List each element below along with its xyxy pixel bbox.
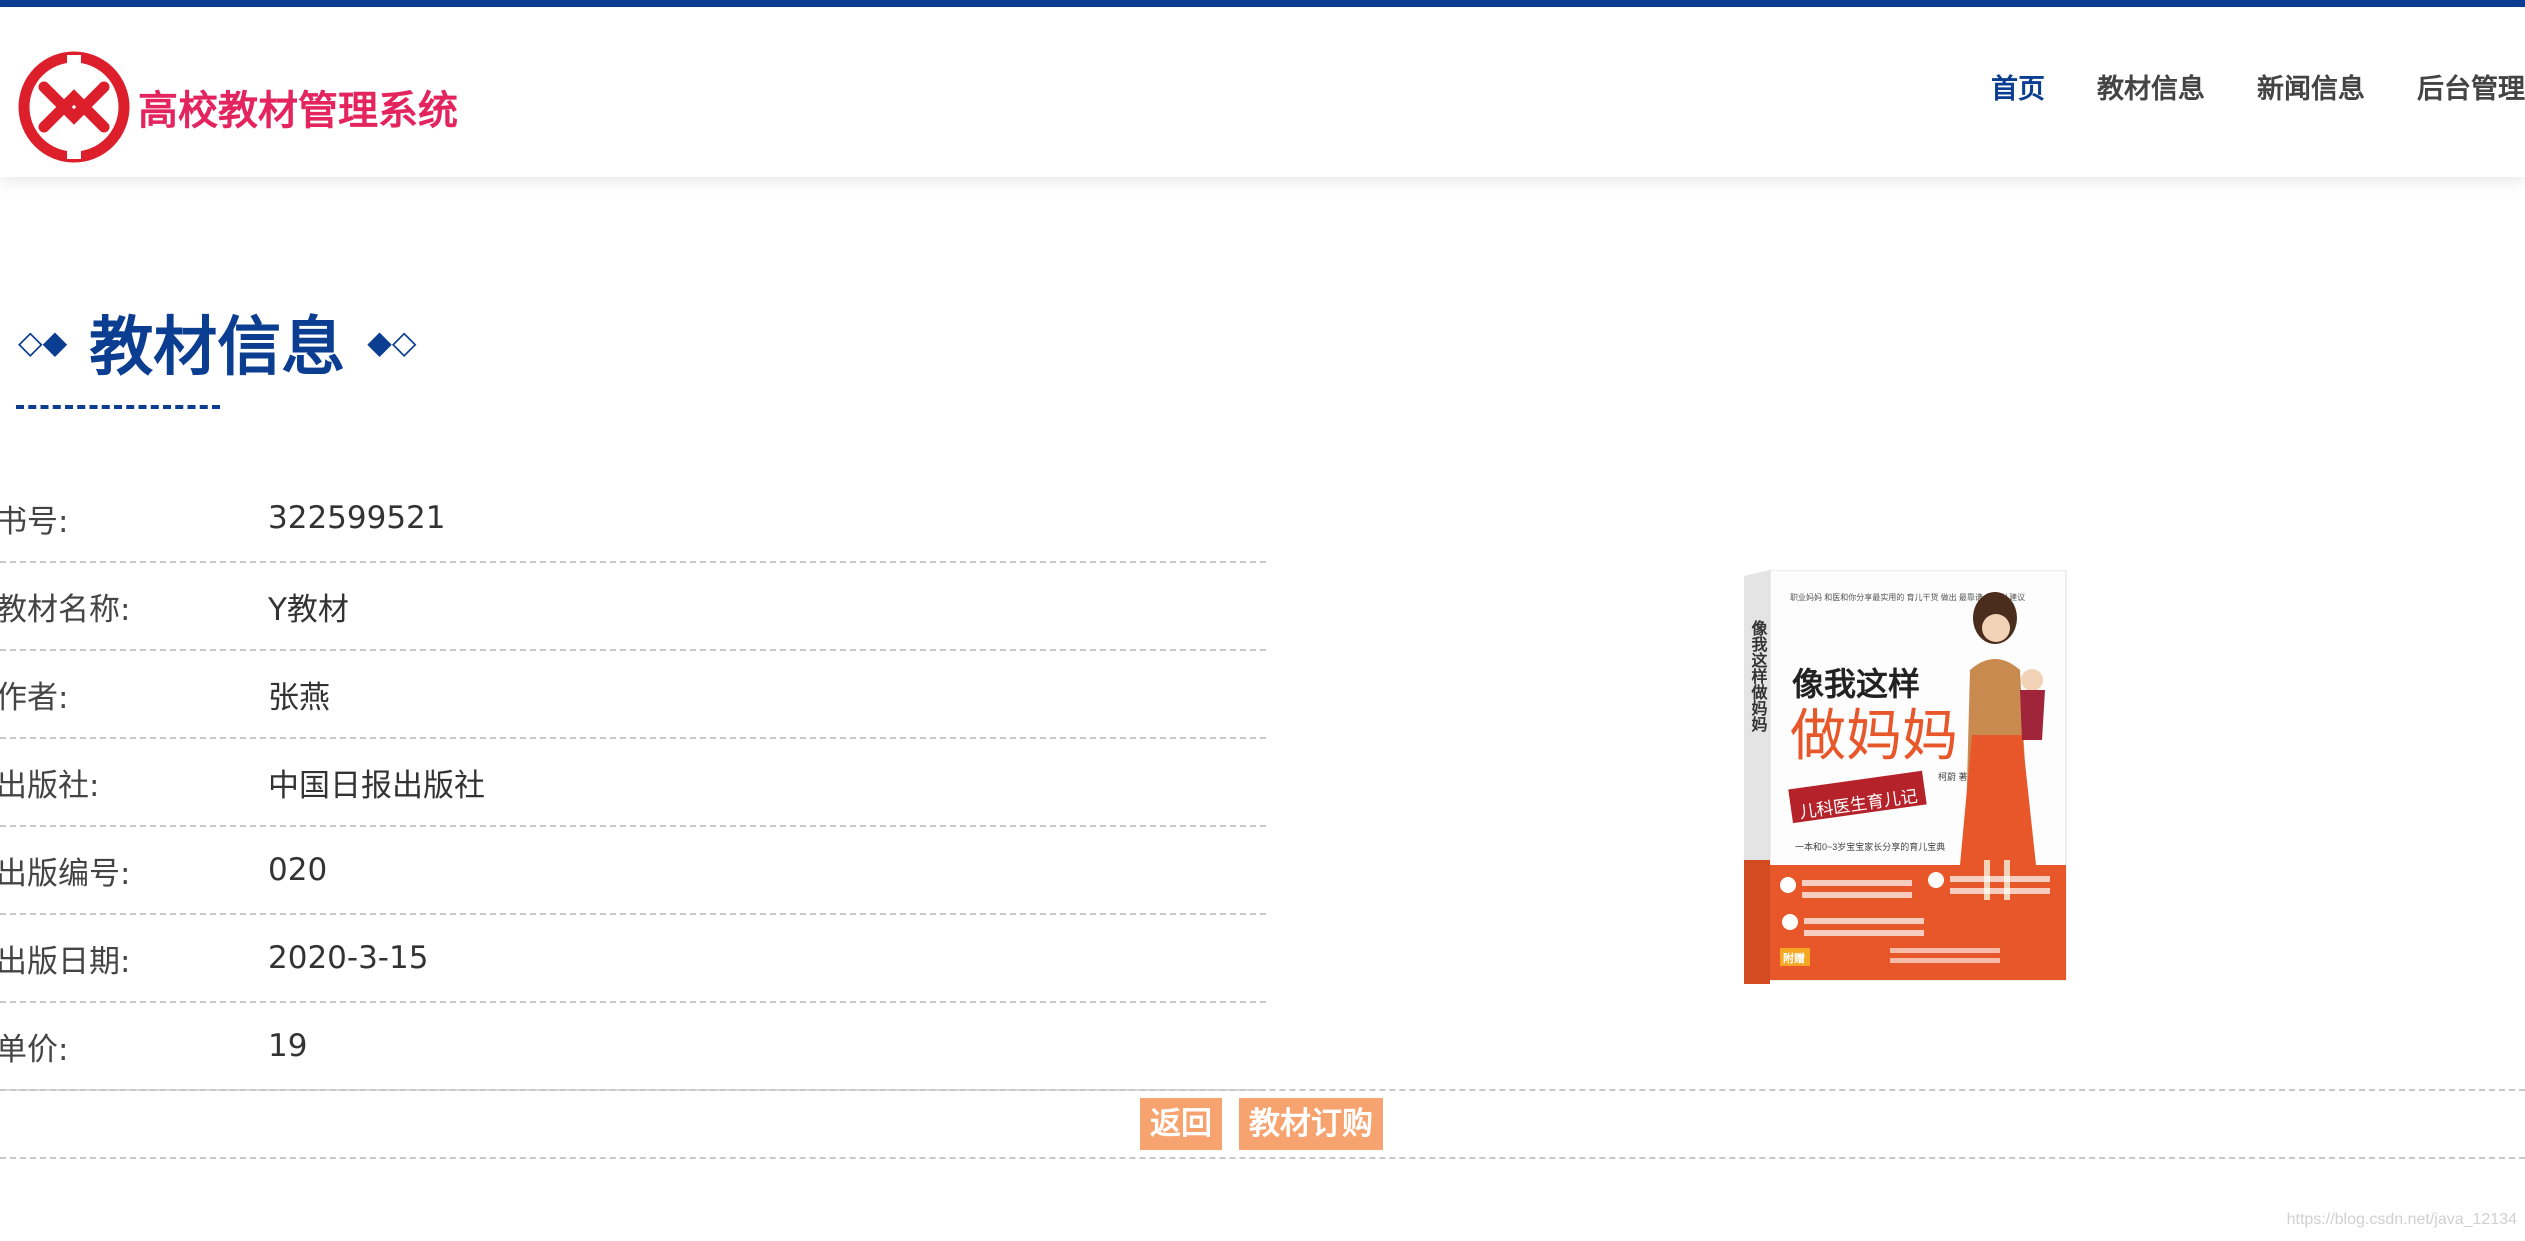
nav-admin[interactable]: 后台管理 [2417, 67, 2525, 106]
book-gift-badge: 附赠 [1783, 951, 1805, 965]
site-title: 高校教材管理系统 [138, 88, 458, 134]
main-nav: 首页 教材信息 新闻信息 后台管理 [1939, 67, 2525, 106]
detail-label: 出版社: [0, 767, 100, 804]
diamond-deco-right-icon: ◆◇ [367, 323, 417, 361]
detail-label: 出版日期: [0, 943, 131, 980]
knot-logo-icon [18, 51, 130, 163]
detail-row-price: 单价: 19 [0, 1003, 1266, 1091]
detail-value: 322599521 [268, 500, 446, 536]
detail-row-author: 作者: 张燕 [0, 651, 1266, 739]
detail-value: 张燕 [268, 679, 330, 716]
section-title: 教材信息 [89, 311, 346, 385]
book-tag: 一本和0~3岁宝宝家长分享的育儿宝典 [1795, 841, 1945, 852]
logo-link[interactable]: 高校教材管理系统 [14, 47, 458, 167]
diamond-deco-left-icon: ◇◆ [18, 323, 68, 361]
nav-news[interactable]: 新闻信息 [2257, 67, 2365, 106]
detail-value: Y教材 [268, 591, 349, 628]
book-cover-image: 像我这样做妈妈 职业妈妈 和医和你分享最实用的 育儿干货 做出 最靠谱 的育儿建… [1744, 570, 2067, 984]
detail-value: 19 [268, 1028, 308, 1064]
detail-value: 2020-3-15 [268, 940, 429, 976]
detail-label: 教材名称: [0, 591, 131, 628]
site-header: 高校教材管理系统 首页 教材信息 新闻信息 后台管理 [0, 7, 2525, 177]
book-title-line2: 做妈妈 [1790, 704, 1958, 767]
watermark-text: https://blog.csdn.net/java_12134 [2286, 1211, 2517, 1228]
back-button[interactable]: 返回 [1140, 1098, 1222, 1150]
detail-label: 单价: [0, 1031, 69, 1068]
detail-label: 出版编号: [0, 855, 131, 892]
book-title-line1: 像我这样 [1792, 666, 1920, 702]
textbook-details: 书号: 322599521 教材名称: Y教材 作者: 张燕 出版社: 中国日报… [0, 475, 1266, 1091]
top-accent-bar [0, 0, 2525, 7]
order-textbook-button[interactable]: 教材订购 [1239, 1098, 1383, 1150]
action-bar: 返回 教材订购 [0, 1089, 2525, 1159]
book-author: 柯蔚 著 [1938, 771, 1968, 782]
detail-row-publisher: 出版社: 中国日报出版社 [0, 739, 1266, 827]
detail-value: 中国日报出版社 [268, 767, 485, 804]
detail-row-isbn: 书号: 322599521 [0, 475, 1266, 563]
detail-label: 书号: [0, 503, 69, 540]
section-underline [16, 405, 220, 409]
detail-row-name: 教材名称: Y教材 [0, 563, 1266, 651]
detail-row-pub-number: 出版编号: 020 [0, 827, 1266, 915]
detail-value: 020 [268, 852, 328, 888]
detail-label: 作者: [0, 679, 69, 716]
detail-row-pub-date: 出版日期: 2020-3-15 [0, 915, 1266, 1003]
nav-home[interactable]: 首页 [1991, 67, 2045, 106]
nav-textbooks[interactable]: 教材信息 [2097, 67, 2205, 106]
section-heading: ◇◆ 教材信息 ◆◇ [18, 296, 416, 388]
